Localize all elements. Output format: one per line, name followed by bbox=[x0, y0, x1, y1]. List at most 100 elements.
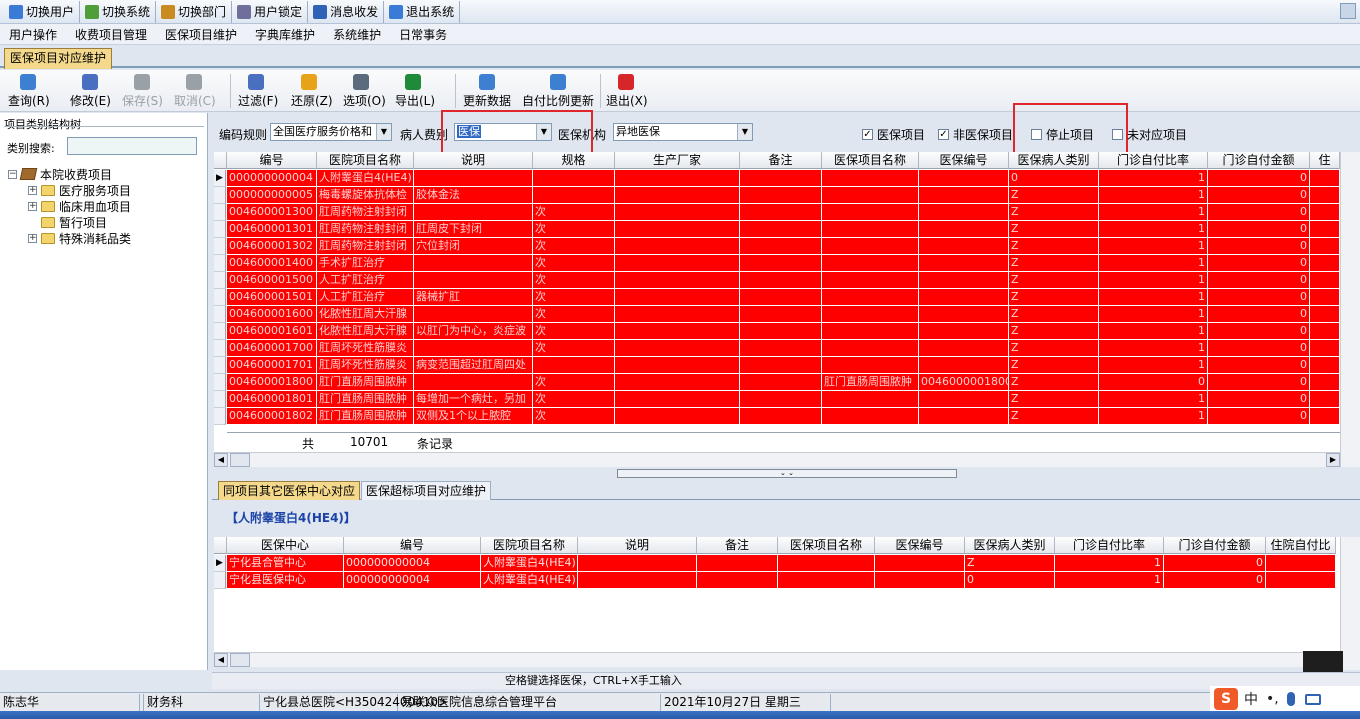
menu-item-1[interactable]: 收费项目管理 bbox=[69, 26, 153, 43]
column-header[interactable]: 医保病人类别 bbox=[1009, 152, 1099, 169]
table-cell[interactable]: 0 bbox=[1208, 408, 1310, 425]
table-cell[interactable]: 0 bbox=[1208, 374, 1310, 391]
checkbox-empty-icon[interactable] bbox=[1031, 129, 1042, 140]
table-cell[interactable] bbox=[919, 272, 1009, 289]
table-cell[interactable]: Z bbox=[1009, 238, 1099, 255]
table-cell[interactable] bbox=[1310, 374, 1340, 391]
scroll-left-icon[interactable]: ◀ bbox=[214, 453, 228, 467]
table-cell[interactable]: 次 bbox=[533, 340, 615, 357]
table-cell[interactable]: 0 bbox=[1208, 391, 1310, 408]
toolbar-button-9[interactable]: 自付比例更新 bbox=[518, 72, 598, 110]
ime-toolbar[interactable]: S 中 •, bbox=[1210, 686, 1360, 712]
table-cell[interactable] bbox=[875, 555, 965, 572]
table-cell[interactable]: 肛门直肠周围脓肿 bbox=[317, 374, 414, 391]
toolbar-button-5[interactable]: 还原(Z) bbox=[291, 72, 333, 110]
table-cell[interactable] bbox=[822, 204, 919, 221]
table-cell[interactable]: 004600001501 bbox=[227, 289, 317, 306]
table-cell[interactable]: Z bbox=[1009, 374, 1099, 391]
table-cell[interactable]: 0 bbox=[1208, 170, 1310, 187]
table-cell[interactable]: 1 bbox=[1099, 204, 1208, 221]
table-cell[interactable] bbox=[740, 255, 822, 272]
tree-node[interactable]: + 医疗服务项目 bbox=[28, 182, 131, 198]
tab-over-limit-mapping[interactable]: 医保超标项目对应维护 bbox=[361, 481, 492, 500]
table-cell[interactable] bbox=[615, 187, 740, 204]
table-cell[interactable]: 1 bbox=[1099, 306, 1208, 323]
row-selector[interactable] bbox=[214, 391, 226, 408]
table-cell[interactable]: 1 bbox=[1099, 408, 1208, 425]
table-cell[interactable]: 器械扩肛 bbox=[414, 289, 533, 306]
table-cell[interactable] bbox=[822, 357, 919, 374]
table-cell[interactable] bbox=[1266, 555, 1336, 572]
table-cell[interactable]: 1 bbox=[1099, 187, 1208, 204]
table-cell[interactable]: 1 bbox=[1099, 323, 1208, 340]
table-cell[interactable] bbox=[1310, 323, 1340, 340]
table-cell[interactable]: 胶体金法 bbox=[414, 187, 533, 204]
table-cell[interactable] bbox=[615, 391, 740, 408]
row-selector[interactable] bbox=[214, 306, 226, 323]
table-cell[interactable]: 次 bbox=[533, 272, 615, 289]
row-selector[interactable] bbox=[214, 204, 226, 221]
row-selector[interactable] bbox=[214, 408, 226, 425]
column-header[interactable]: 医保编号 bbox=[875, 537, 965, 554]
table-cell[interactable] bbox=[740, 272, 822, 289]
table-cell[interactable] bbox=[533, 170, 615, 187]
scroll-left-icon[interactable]: ◀ bbox=[214, 653, 228, 667]
table-cell[interactable] bbox=[919, 408, 1009, 425]
table-cell[interactable] bbox=[919, 170, 1009, 187]
system-button-4[interactable]: 消息收发 bbox=[308, 0, 385, 23]
table-cell[interactable]: 1 bbox=[1055, 572, 1164, 589]
table-cell[interactable]: Z bbox=[1009, 204, 1099, 221]
table-cell[interactable] bbox=[615, 170, 740, 187]
table-cell[interactable] bbox=[919, 255, 1009, 272]
column-header[interactable]: 门诊自付金额 bbox=[1164, 537, 1266, 554]
table-cell[interactable] bbox=[615, 272, 740, 289]
table-cell[interactable]: 0 bbox=[1208, 204, 1310, 221]
column-header[interactable]: 住院自付比 bbox=[1266, 537, 1336, 554]
scroll-thumb[interactable] bbox=[230, 653, 250, 667]
table-cell[interactable] bbox=[740, 187, 822, 204]
code-rule-select[interactable]: 全国医疗服务价格和 ▼ bbox=[270, 123, 392, 141]
table-cell[interactable]: 人工扩肛治疗 bbox=[317, 289, 414, 306]
table-cell[interactable]: Z bbox=[1009, 323, 1099, 340]
table-cell[interactable]: 0 bbox=[1208, 187, 1310, 204]
table-cell[interactable]: 手术扩肛治疗 bbox=[317, 255, 414, 272]
table-cell[interactable]: 次 bbox=[533, 323, 615, 340]
column-header[interactable]: 医保病人类别 bbox=[965, 537, 1055, 554]
table-cell[interactable]: Z bbox=[1009, 255, 1099, 272]
table-cell[interactable] bbox=[740, 408, 822, 425]
table-cell[interactable] bbox=[919, 204, 1009, 221]
menu-item-4[interactable]: 系统维护 bbox=[327, 26, 387, 43]
table-cell[interactable] bbox=[578, 572, 697, 589]
table-cell[interactable]: Z bbox=[1009, 306, 1099, 323]
table-cell[interactable]: 化脓性肛周大汗腺 bbox=[317, 306, 414, 323]
table-cell[interactable]: 0 bbox=[1208, 289, 1310, 306]
table-cell[interactable]: 人附睾蛋白4(HE4) bbox=[481, 572, 578, 589]
toolbar-button-6[interactable]: 选项(O) bbox=[343, 72, 386, 110]
table-cell[interactable] bbox=[1310, 170, 1340, 187]
table-cell[interactable]: 病变范围超过肛周四处 bbox=[414, 357, 533, 374]
table-cell[interactable]: 次 bbox=[533, 221, 615, 238]
panel-splitter[interactable]: ⌄ ⌄ bbox=[617, 469, 957, 478]
column-header[interactable]: 门诊自付比率 bbox=[1055, 537, 1164, 554]
table-cell[interactable]: 1 bbox=[1055, 555, 1164, 572]
row-selector[interactable] bbox=[214, 572, 226, 589]
filter-checkbox-0[interactable]: ✓ 医保项目 bbox=[862, 126, 925, 143]
column-header[interactable]: 医院项目名称 bbox=[317, 152, 414, 169]
column-header[interactable]: 医保项目名称 bbox=[822, 152, 919, 169]
scroll-thumb[interactable] bbox=[230, 453, 250, 467]
system-button-1[interactable]: 切换系统 bbox=[80, 0, 157, 23]
table-cell[interactable] bbox=[1310, 204, 1340, 221]
checkbox-checked-icon[interactable]: ✓ bbox=[862, 129, 873, 140]
table-cell[interactable] bbox=[822, 323, 919, 340]
table-cell[interactable] bbox=[740, 374, 822, 391]
table-cell[interactable]: 次 bbox=[533, 408, 615, 425]
table-cell[interactable] bbox=[822, 272, 919, 289]
table-cell[interactable]: 004600001300 bbox=[227, 204, 317, 221]
table-cell[interactable] bbox=[1310, 289, 1340, 306]
table-cell[interactable] bbox=[740, 204, 822, 221]
row-selector[interactable] bbox=[214, 323, 226, 340]
table-cell[interactable]: 肛周药物注射封闭 bbox=[317, 221, 414, 238]
table-cell[interactable] bbox=[1310, 255, 1340, 272]
table-cell[interactable] bbox=[414, 272, 533, 289]
row-selector[interactable] bbox=[214, 340, 226, 357]
